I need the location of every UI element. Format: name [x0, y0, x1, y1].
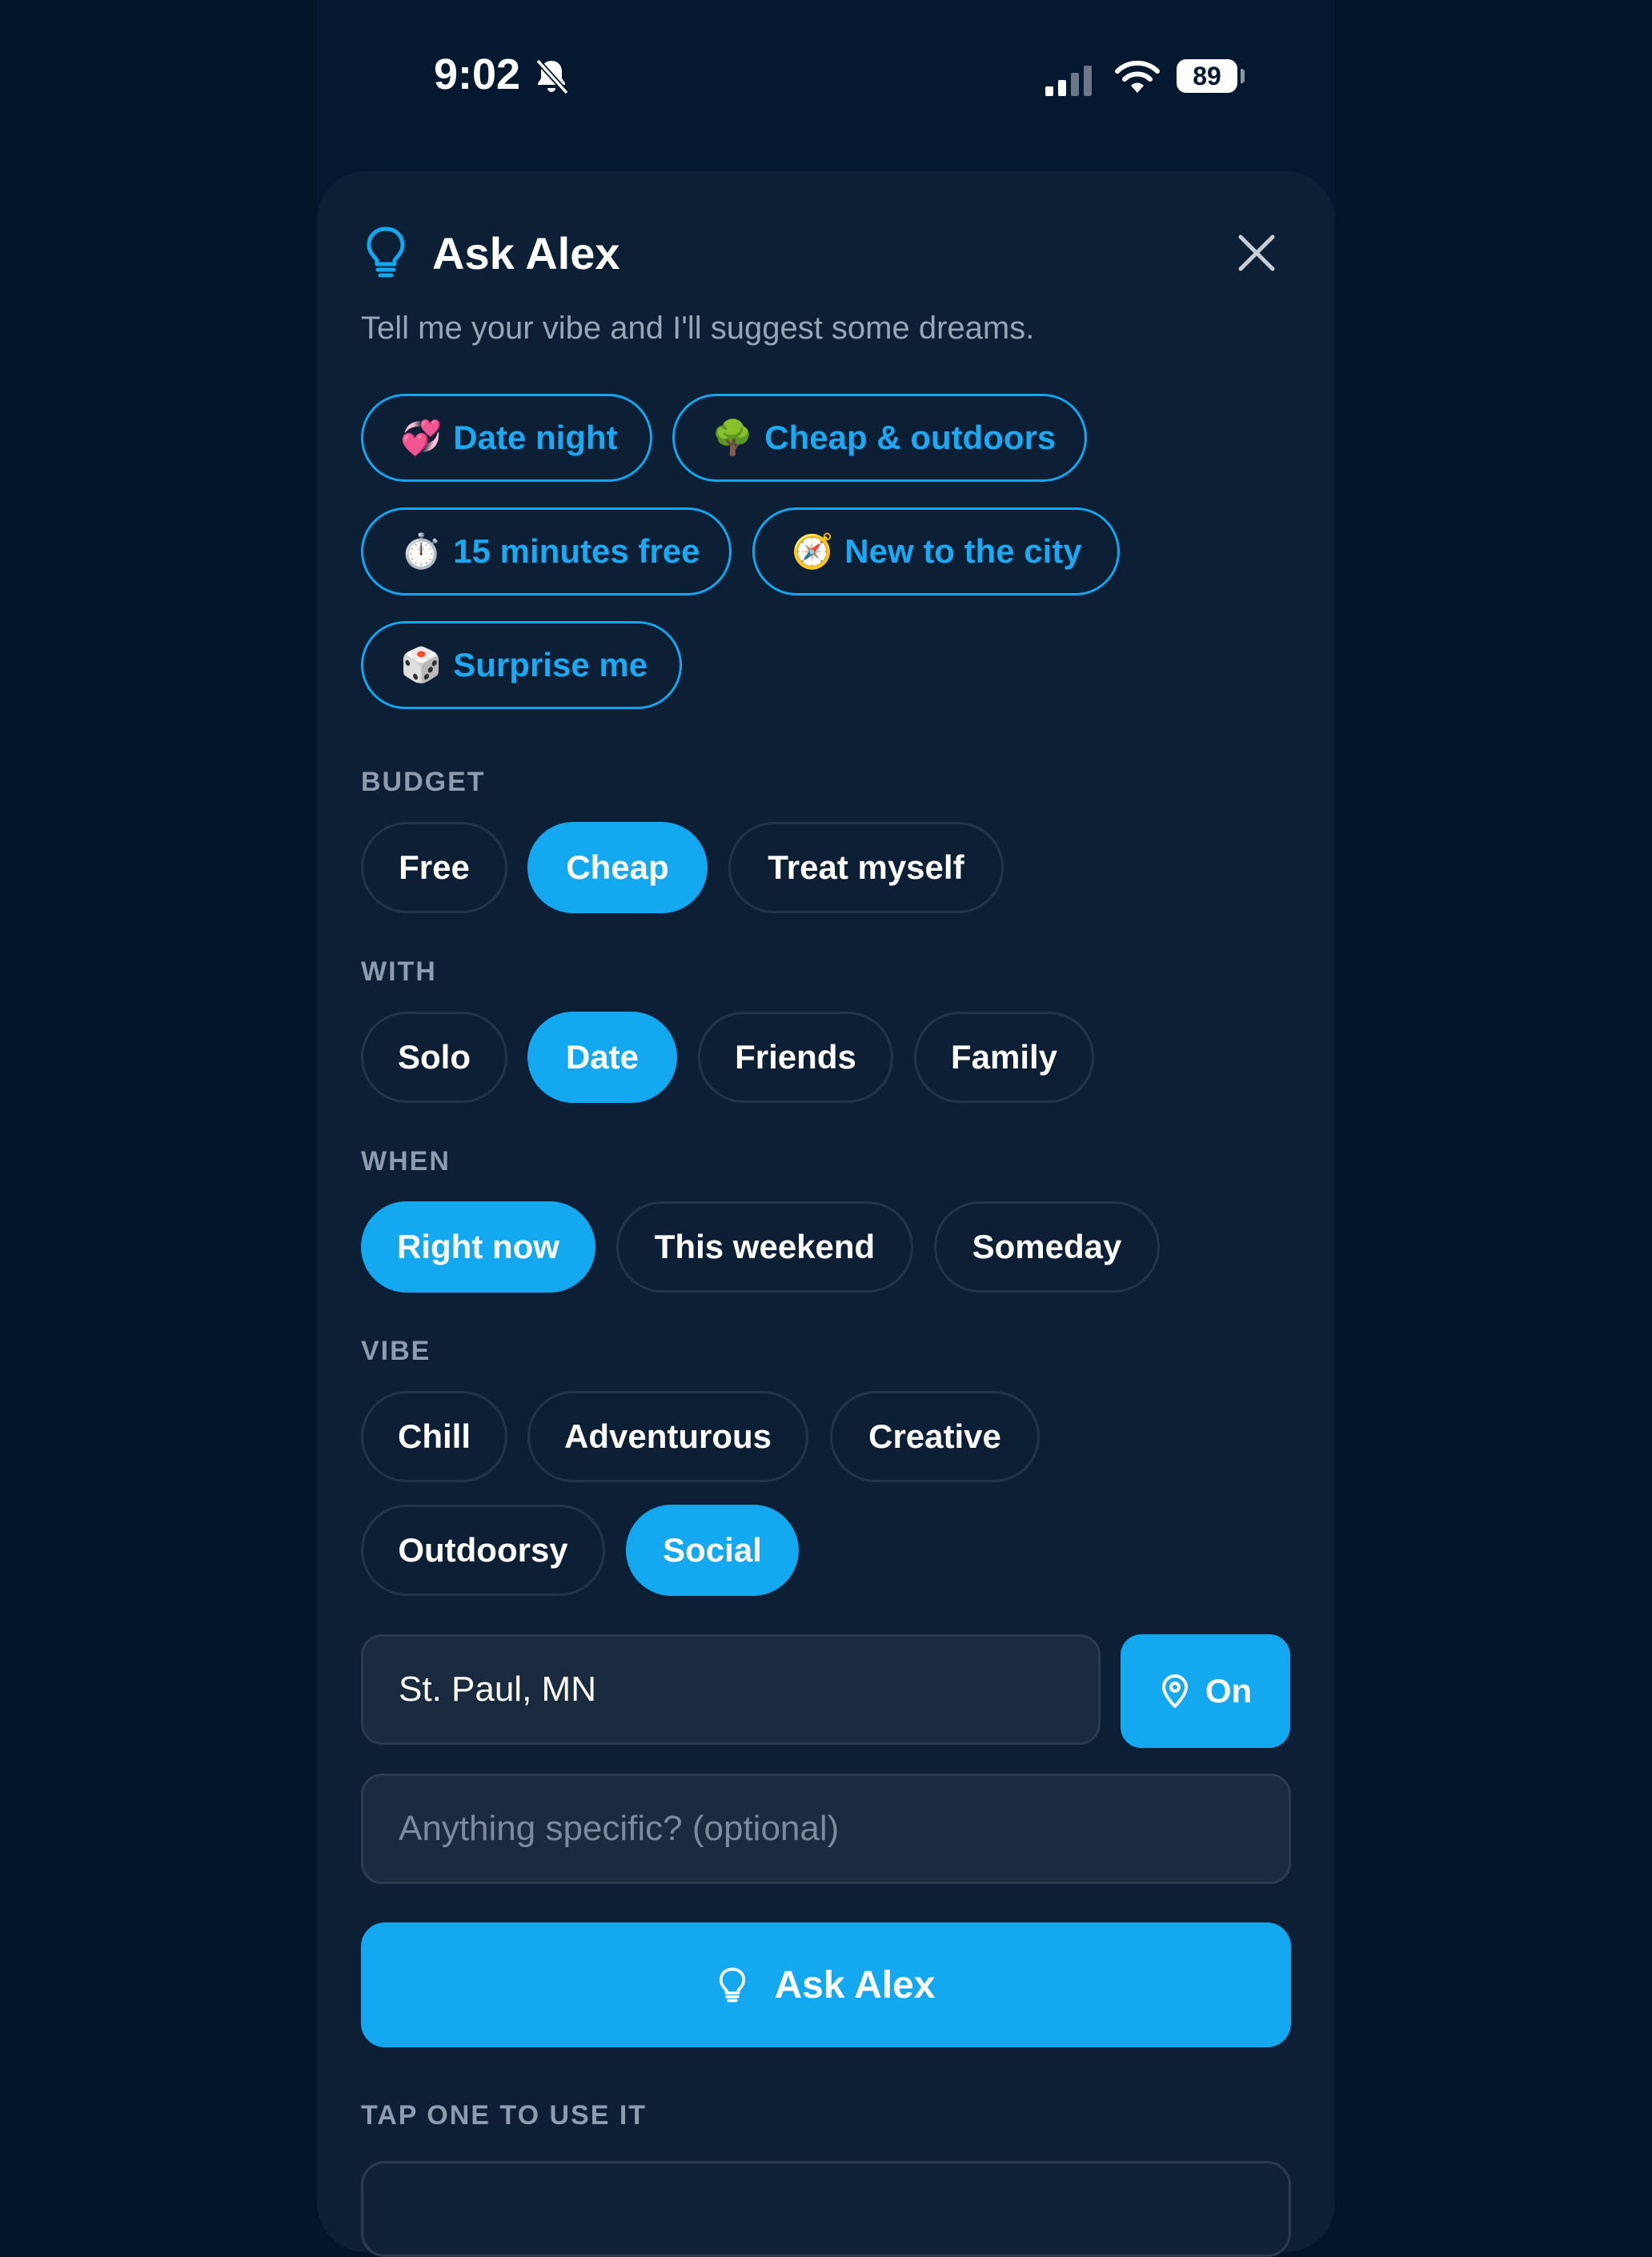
result-item[interactable]: [361, 2161, 1291, 2257]
with-family-pill[interactable]: Family: [914, 1012, 1094, 1103]
location-toggle-button[interactable]: On: [1121, 1634, 1290, 1748]
compass-icon: 🧭: [792, 531, 834, 571]
cellular-signal-icon: [1045, 66, 1092, 96]
suggestion-cheap-outdoors[interactable]: 🌳 Cheap & outdoors: [672, 394, 1087, 482]
lightbulb-icon: [719, 1967, 745, 2002]
when-this-weekend-pill[interactable]: This weekend: [616, 1201, 913, 1293]
wifi-icon: [1115, 60, 1160, 93]
battery-indicator: 89: [1177, 59, 1237, 93]
sheet-subtitle: Tell me your vibe and I'll suggest some …: [361, 311, 1035, 346]
when-label: WHEN: [361, 1146, 451, 1177]
stopwatch-icon: ⏱️: [400, 531, 443, 571]
location-toggle-label: On: [1205, 1672, 1253, 1710]
vibe-chill-pill[interactable]: Chill: [361, 1391, 507, 1482]
ask-alex-button[interactable]: Ask Alex: [361, 1922, 1291, 2047]
location-input[interactable]: St. Paul, MN: [361, 1634, 1101, 1745]
with-label: WITH: [361, 956, 437, 987]
budget-label: BUDGET: [361, 767, 486, 797]
vibe-adventurous-pill[interactable]: Adventurous: [527, 1391, 808, 1482]
with-solo-pill[interactable]: Solo: [361, 1012, 507, 1103]
suggestion-label: Surprise me: [453, 646, 648, 684]
suggestion-label: 15 minutes free: [453, 532, 700, 570]
suggestion-label: New to the city: [844, 532, 1082, 570]
suggestion-surprise-me[interactable]: 🎲 Surprise me: [361, 621, 682, 709]
suggestion-label: Date night: [453, 419, 618, 456]
lightbulb-icon: [367, 227, 405, 278]
results-label: TAP ONE TO USE IT: [361, 2100, 648, 2131]
vibe-label: VIBE: [361, 1336, 431, 1366]
status-time: 9:02: [434, 50, 521, 98]
hearts-icon: 💞: [400, 418, 443, 457]
suggestion-new-to-city[interactable]: 🧭 New to the city: [752, 507, 1120, 595]
ask-alex-button-label: Ask Alex: [774, 1963, 936, 2006]
suggestion-date-night[interactable]: 💞 Date night: [361, 394, 652, 482]
close-icon[interactable]: [1233, 229, 1281, 277]
specific-input[interactable]: Anything specific? (optional): [361, 1774, 1291, 1884]
with-date-pill[interactable]: Date: [527, 1012, 677, 1103]
suggestion-label: Cheap & outdoors: [764, 419, 1057, 456]
vibe-social-pill[interactable]: Social: [626, 1505, 799, 1596]
map-pin-icon: [1161, 1674, 1188, 1708]
sheet-title: Ask Alex: [432, 228, 620, 279]
budget-treat-myself-pill[interactable]: Treat myself: [728, 822, 1004, 913]
vibe-outdoorsy-pill[interactable]: Outdoorsy: [361, 1505, 605, 1596]
with-friends-pill[interactable]: Friends: [698, 1012, 893, 1103]
vibe-creative-pill[interactable]: Creative: [830, 1391, 1040, 1482]
when-right-now-pill[interactable]: Right now: [361, 1201, 595, 1293]
tree-icon: 🌳: [712, 418, 754, 457]
bell-muted-icon: [535, 58, 569, 95]
budget-free-pill[interactable]: Free: [361, 822, 507, 913]
battery-nub: [1241, 69, 1245, 83]
when-someday-pill[interactable]: Someday: [934, 1201, 1160, 1293]
budget-cheap-pill[interactable]: Cheap: [527, 822, 708, 913]
dice-icon: 🎲: [400, 645, 443, 684]
suggestion-15-minutes[interactable]: ⏱️ 15 minutes free: [361, 507, 732, 595]
